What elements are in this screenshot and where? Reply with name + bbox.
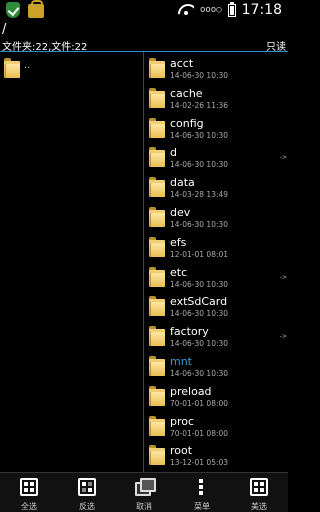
- file-name: config: [170, 116, 204, 130]
- bottom-toolbar: 全选 反选 取消 菜单 美选: [0, 472, 288, 512]
- parent-directory-item[interactable]: ..: [0, 54, 143, 84]
- left-pane: ..: [0, 52, 143, 472]
- invert-selection-icon: [78, 478, 96, 496]
- file-name: dev: [170, 206, 191, 219]
- current-path: /: [2, 22, 7, 37]
- symlink-arrow-icon: ->: [279, 273, 287, 281]
- file-name: efs: [170, 235, 187, 249]
- file-date: 14-06-30 10:30: [170, 130, 229, 140]
- file-name: proc: [170, 414, 195, 428]
- folder-icon: [149, 207, 165, 227]
- file-name: acct: [170, 57, 194, 70]
- symlink-arrow-icon: ->: [279, 333, 287, 341]
- cancel-icon: [135, 478, 156, 496]
- file-date: 14-02-26 11:36: [170, 100, 229, 110]
- folder-icon: [149, 296, 165, 317]
- select-all-icon: [20, 478, 38, 496]
- select-label: 美选: [251, 502, 267, 511]
- file-date: 14-06-30 10:30: [170, 279, 229, 289]
- folder-icon: [149, 445, 165, 466]
- cancel-label: 取消: [136, 502, 152, 511]
- folder-icon: [149, 58, 165, 78]
- file-list-item[interactable]: preload 70-01-01 08:00: [144, 381, 288, 411]
- file-list-item[interactable]: efs 12-01-01 08:01: [144, 232, 288, 262]
- file-list-item[interactable]: config 14-06-30 10:30: [144, 113, 288, 143]
- shield-icon: [6, 2, 20, 18]
- file-name: extSdCard: [170, 295, 228, 309]
- folder-icon: [149, 117, 165, 138]
- cancel-button[interactable]: 取消: [115, 473, 173, 512]
- file-date: 14-06-30 10:30: [170, 160, 229, 170]
- file-name: preload: [170, 384, 212, 398]
- file-list: acct 14-06-30 10:30 cache 14-02-26 11:36 con…: [144, 52, 288, 472]
- clock: 17:18: [241, 2, 282, 18]
- file-date: 70-01-01 08:00: [170, 428, 229, 438]
- select-icon: [250, 478, 268, 496]
- folder-icon: [149, 266, 165, 287]
- file-list-item[interactable]: data 14-03-28 13:49: [144, 172, 288, 202]
- file-name: root: [170, 444, 193, 458]
- file-list-item[interactable]: mnt 14-06-30 10:30: [144, 351, 288, 381]
- status-bar: ooo○ 17:18: [0, 0, 288, 22]
- invert-selection-button[interactable]: 反选: [58, 473, 116, 512]
- menu-button[interactable]: 菜单: [173, 473, 231, 512]
- folder-icon: [149, 236, 165, 257]
- file-list-item[interactable]: proc 70-01-01 08:00: [144, 411, 288, 441]
- file-name: mnt: [170, 355, 192, 368]
- file-list-item[interactable]: etc 14-06-30 10:30 ->: [144, 262, 288, 292]
- file-list-item[interactable]: dev 14-06-30 10:30: [144, 202, 288, 232]
- shopping-bag-icon: [28, 0, 44, 18]
- invert-selection-label: 反选: [79, 502, 95, 511]
- folder-icon: [149, 356, 165, 376]
- file-list-item[interactable]: acct 14-06-30 10:30: [144, 53, 288, 83]
- menu-label: 菜单: [194, 502, 210, 511]
- folder-icon: [4, 58, 20, 78]
- file-name: cache: [170, 86, 203, 100]
- parent-directory-label: ..: [24, 60, 31, 71]
- select-all-button[interactable]: 全选: [0, 473, 58, 512]
- folder-icon: [149, 415, 165, 436]
- file-date: 14-06-30 10:30: [170, 339, 229, 349]
- battery-icon: [227, 1, 236, 17]
- file-list-item[interactable]: factory 14-06-30 10:30 ->: [144, 321, 288, 351]
- file-date: 14-06-30 10:30: [170, 71, 229, 80]
- file-date: 70-01-01 08:00: [170, 398, 229, 408]
- file-name: factory: [170, 325, 209, 339]
- file-list-item[interactable]: d 14-06-30 10:30 ->: [144, 142, 288, 172]
- file-list-item[interactable]: root 13-12-01 05:03: [144, 440, 288, 470]
- file-date: 14-06-30 10:30: [170, 369, 229, 378]
- more-vertical-icon: [199, 478, 203, 496]
- file-date: 13-12-01 05:03: [170, 458, 229, 468]
- file-name: etc: [170, 265, 188, 279]
- symlink-arrow-icon: ->: [279, 154, 287, 162]
- file-date: 12-01-01 08:01: [170, 249, 229, 259]
- file-date: 14-06-30 10:30: [170, 220, 229, 229]
- folder-icon: [149, 326, 165, 347]
- folder-icon: [149, 177, 165, 198]
- wifi-icon: [178, 4, 194, 16]
- file-name: data: [170, 176, 195, 190]
- folder-icon: [149, 87, 165, 108]
- file-date: 14-03-28 13:49: [170, 190, 229, 200]
- file-date: 14-06-30 10:30: [170, 309, 229, 319]
- file-name: d: [170, 146, 177, 160]
- signal-indicator: ooo○: [199, 5, 222, 15]
- select-all-label: 全选: [21, 502, 37, 511]
- folder-icon: [149, 385, 165, 406]
- folder-icon: [149, 147, 165, 168]
- file-list-item[interactable]: cache 14-02-26 11:36: [144, 83, 288, 113]
- file-list-item[interactable]: extSdCard 14-06-30 10:30: [144, 291, 288, 321]
- select-button[interactable]: 美选: [230, 473, 288, 512]
